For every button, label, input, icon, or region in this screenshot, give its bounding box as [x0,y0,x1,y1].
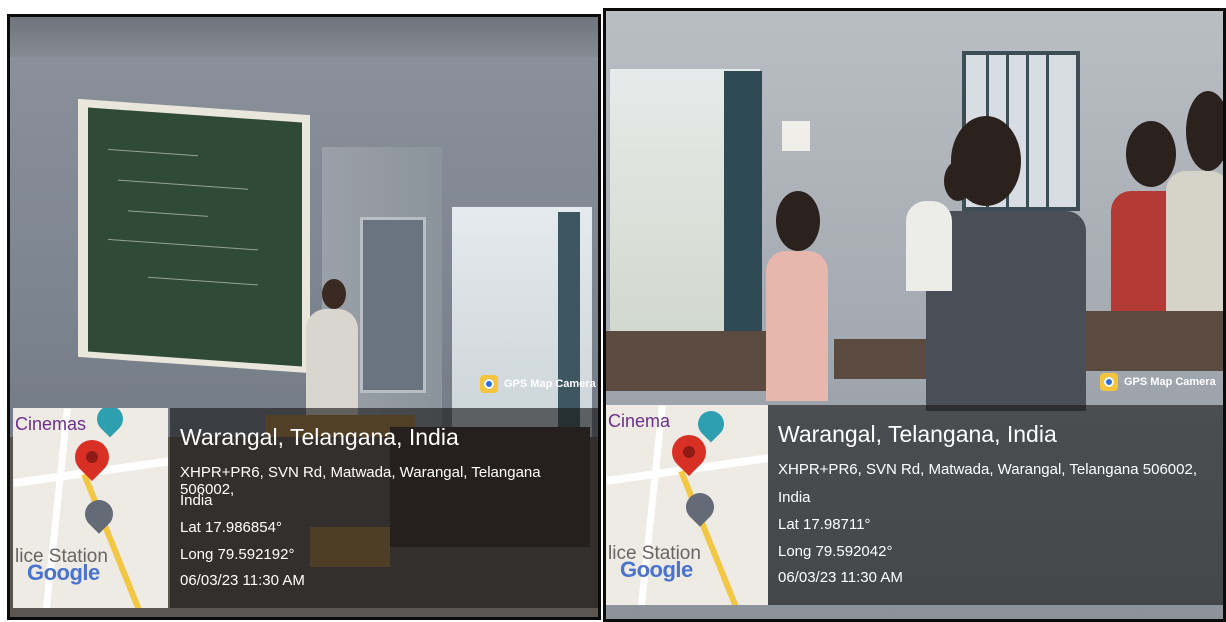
address-line-1: XHPR+PR6, SVN Rd, Matwada, Warangal, Tel… [180,464,541,498]
google-logo: Google [620,557,693,582]
datetime: 06/03/23 11:30 AM [778,569,903,586]
map-poi-cinemas: Cinemas [15,414,87,434]
map-thumbnail: Cinema lice Station Google [606,405,768,605]
latitude: Lat 17.986854° [180,519,282,536]
student [766,251,828,401]
google-logo: Google [27,560,100,585]
classroom-photo-right: GPS Map Camera Cinema lice Station Googl… [603,8,1226,622]
gps-camera-icon [480,375,498,393]
classroom-photo-left: GPS Map Camera Cinemas lice Station Goog… [7,14,601,620]
gps-camera-badge: GPS Map Camera [1100,373,1216,391]
datetime: 06/03/23 11:30 AM [180,572,305,589]
gps-camera-label: GPS Map Camera [504,378,596,390]
cinema-marker-icon [91,408,129,438]
map-thumbnail: Cinemas lice Station Google [13,408,168,608]
location-title: Warangal, Telangana, India [778,421,1057,447]
police-marker-icon [79,494,119,534]
blackboard [88,107,302,367]
gps-camera-label: GPS Map Camera [1124,376,1216,388]
address-line-1: XHPR+PR6, SVN Rd, Matwada, Warangal, Tel… [778,461,1197,478]
longitude: Long 79.592192° [180,546,295,563]
student [1166,171,1223,311]
switchboard [782,121,810,151]
latitude: Lat 17.98711° [778,516,871,533]
map-poi-cinemas: Cinema [608,411,671,431]
gps-camera-badge: GPS Map Camera [480,375,596,393]
location-title: Warangal, Telangana, India [180,424,459,450]
longitude: Long 79.592042° [778,543,893,560]
gps-camera-icon [1100,373,1118,391]
location-info-panel: Warangal, Telangana, India XHPR+PR6, SVN… [768,405,1223,605]
location-info-panel: Warangal, Telangana, India XHPR+PR6, SVN… [170,408,598,608]
address-line-2: India [180,492,213,509]
address-line-2: India [778,489,811,506]
